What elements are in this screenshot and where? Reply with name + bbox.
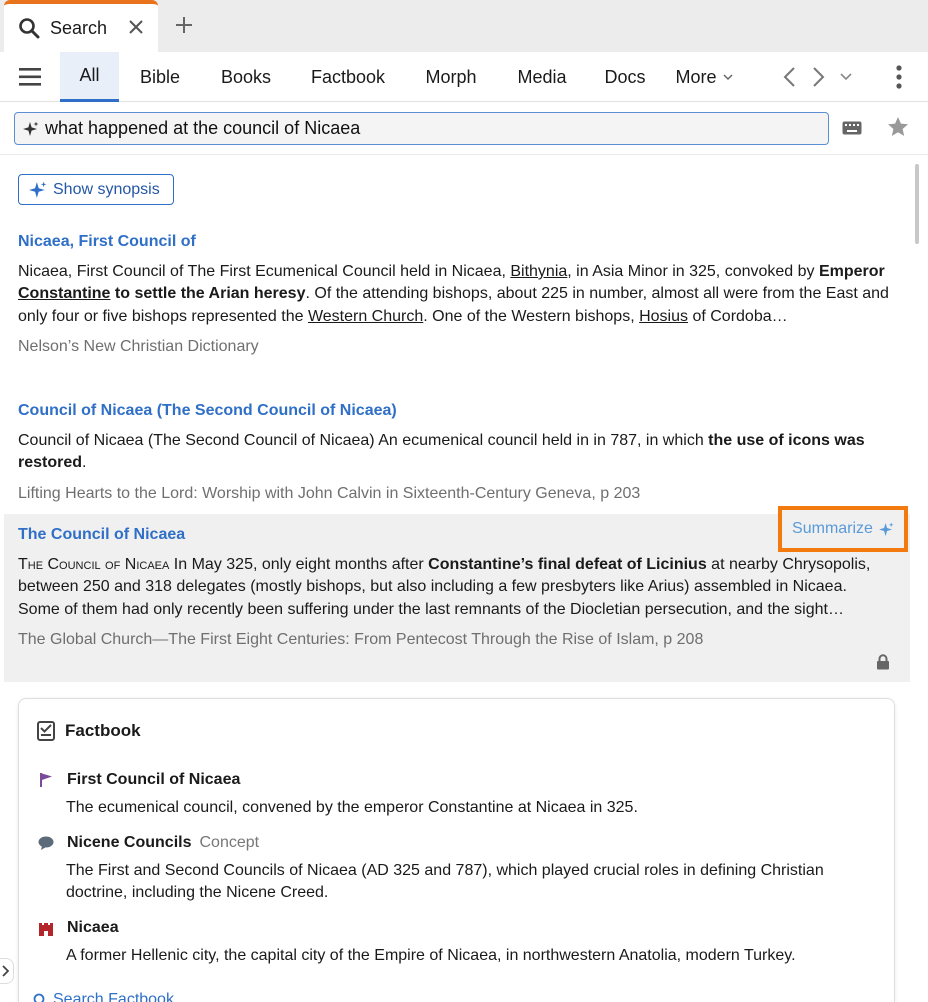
result-snippet: Council of Nicaea (The Second Council of…: [18, 432, 865, 472]
result-title-link[interactable]: Nicaea, First Council of: [18, 231, 892, 253]
factbook-item-title[interactable]: Nicaea: [67, 919, 119, 937]
factbook-card: Factbook First Council of Nicaea The ecu…: [18, 698, 895, 1002]
hamburger-menu-icon[interactable]: [18, 66, 42, 88]
factbook-item-title[interactable]: Nicene Councils: [67, 834, 191, 852]
factbook-item-description: The First and Second Councils of Nicaea …: [66, 862, 824, 902]
lock-icon: [877, 654, 889, 670]
search-box[interactable]: [14, 112, 829, 145]
expand-sidebar-chevron-icon[interactable]: [0, 958, 14, 984]
tab-more[interactable]: More: [668, 52, 740, 102]
factbook-item-type: Concept: [199, 834, 260, 851]
favorite-star-icon[interactable]: [886, 115, 910, 139]
tab-label: More: [675, 66, 717, 87]
scrollbar-thumb[interactable]: [915, 164, 919, 244]
factbook-item[interactable]: Nicaea A former Hellenic city, the capit…: [37, 919, 867, 967]
tab-morph[interactable]: Morph: [414, 52, 488, 102]
ai-sparkle-icon: [23, 121, 39, 136]
result-item: Council of Nicaea (The Second Council of…: [0, 400, 910, 505]
new-tab-plus-icon[interactable]: [172, 13, 196, 37]
tab-label: Bible: [139, 66, 181, 87]
flag-icon: [37, 771, 55, 789]
tab-books[interactable]: Books: [208, 52, 284, 102]
history-chevron-down-icon[interactable]: [838, 66, 854, 88]
speech-bubble-icon: [37, 834, 55, 852]
factbook-icon: [37, 721, 55, 741]
tab-label: Books: [220, 66, 272, 87]
summarize-label: Summarize: [792, 520, 873, 537]
close-icon[interactable]: [126, 17, 146, 37]
tab-label: All: [79, 65, 100, 85]
keyboard-icon[interactable]: [842, 121, 862, 135]
back-arrow-icon[interactable]: [780, 66, 800, 88]
factbook-heading: Factbook: [65, 721, 141, 740]
tab-label: Morph: [425, 66, 477, 87]
result-title-link[interactable]: Council of Nicaea (The Second Council of…: [18, 400, 892, 422]
search-factbook-label: Search Factbook: [53, 991, 174, 1002]
result-source-link[interactable]: Nelson’s New Christian Dictionary: [18, 336, 892, 358]
search-row: [0, 103, 928, 155]
show-synopsis-button[interactable]: Show synopsis: [18, 174, 174, 205]
tab-label: Factbook: [310, 66, 386, 87]
search-icon: [33, 993, 45, 1002]
ai-sparkle-icon: [878, 521, 894, 536]
search-icon: [19, 18, 40, 39]
factbook-header: Factbook: [37, 721, 141, 741]
chevron-down-icon: [722, 74, 733, 81]
ai-sparkle-icon: [29, 181, 47, 198]
result-source-link[interactable]: The Global Church—The First Eight Centur…: [18, 629, 892, 651]
tab-strip: Search: [0, 0, 928, 52]
factbook-item-title[interactable]: First Council of Nicaea: [67, 771, 240, 789]
tab-all[interactable]: All: [60, 52, 119, 102]
results-pane: Show synopsis Nicaea, First Council of N…: [0, 156, 928, 1002]
factbook-item-description: The ecumenical council, convened by the …: [66, 799, 638, 816]
factbook-item[interactable]: First Council of Nicaea The ecumenical c…: [37, 771, 867, 819]
show-synopsis-label: Show synopsis: [53, 180, 160, 198]
result-item-hovered: The Council of Nicaea The Council of Nic…: [0, 524, 910, 651]
tab-title: Search: [50, 17, 108, 38]
result-snippet: Nicaea, First Council of The First Ecume…: [18, 263, 889, 325]
tab-search[interactable]: Search: [4, 0, 158, 52]
forward-arrow-icon[interactable]: [808, 66, 828, 88]
factbook-item[interactable]: Nicene Councils Concept The First and Se…: [37, 834, 867, 905]
summarize-button[interactable]: Summarize: [778, 506, 908, 552]
result-type-nav: All Bible Books Factbook Morph Media Doc…: [0, 52, 928, 102]
tab-label: Docs: [604, 66, 646, 87]
tab-docs[interactable]: Docs: [596, 52, 654, 102]
more-options-kebab-icon[interactable]: [890, 64, 908, 90]
search-factbook-link[interactable]: Search Factbook: [33, 991, 174, 1002]
tab-bible[interactable]: Bible: [126, 52, 194, 102]
tab-factbook[interactable]: Factbook: [298, 52, 398, 102]
result-item: Nicaea, First Council of Nicaea, First C…: [0, 231, 910, 358]
tab-label: Media: [517, 66, 567, 87]
factbook-item-description: A former Hellenic city, the capital city…: [66, 947, 796, 964]
search-input[interactable]: [45, 118, 805, 139]
tab-media[interactable]: Media: [506, 52, 578, 102]
castle-icon: [37, 919, 55, 937]
result-snippet: The Council of Nicaea In May 325, only e…: [18, 556, 871, 618]
result-title-link[interactable]: The Council of Nicaea: [18, 524, 892, 546]
result-source-link[interactable]: Lifting Hearts to the Lord: Worship with…: [18, 483, 892, 505]
